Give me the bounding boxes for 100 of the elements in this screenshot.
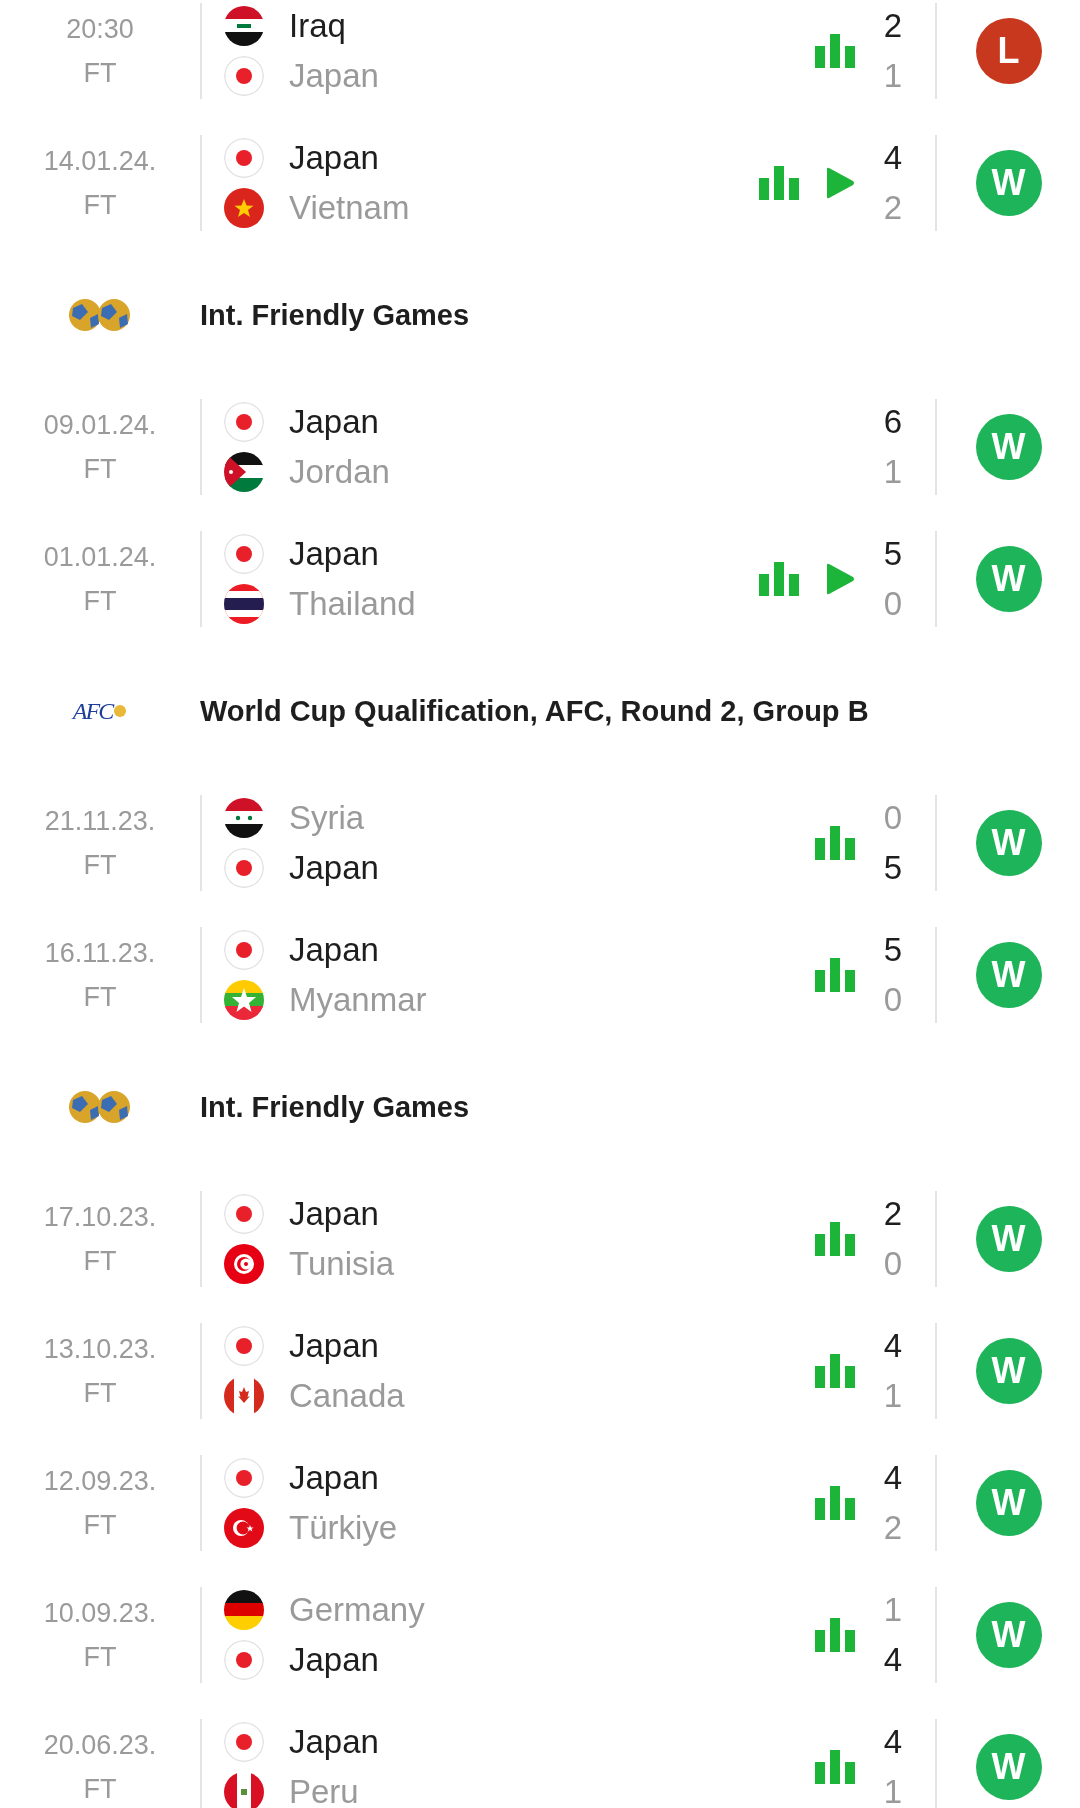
match-status: FT [83, 190, 117, 220]
stats-icon[interactable] [759, 166, 799, 200]
team-name: Myanmar [289, 980, 427, 1020]
match-date: 14.01.24. [43, 146, 157, 176]
team-name: Canada [289, 1376, 405, 1416]
flag-icon [224, 584, 264, 624]
score: 4 [883, 1722, 903, 1762]
score: 4 [883, 1640, 903, 1680]
score: 2 [883, 1508, 903, 1548]
score: 4 [883, 1458, 903, 1498]
flag-icon [224, 1508, 264, 1548]
match-date: 17.10.23. [43, 1202, 157, 1232]
stats-icon[interactable] [815, 1222, 855, 1256]
flag-icon [224, 1326, 264, 1366]
score: 6 [883, 402, 903, 442]
play-icon[interactable] [825, 167, 855, 199]
stats-icon[interactable] [815, 1618, 855, 1652]
team-name: Japan [289, 1458, 379, 1498]
match-date: 13.10.23. [43, 1334, 157, 1364]
score: 4 [883, 138, 903, 178]
football-logo-icon [68, 298, 132, 332]
score: 1 [883, 1590, 903, 1630]
team-name: Japan [289, 848, 379, 888]
result-badge: W [975, 414, 1042, 480]
score: 5 [883, 848, 903, 888]
match-date: 10.09.23. [43, 1598, 157, 1628]
flag-icon [224, 798, 264, 838]
team-name: Tunisia [289, 1244, 395, 1284]
match-status: FT [83, 982, 117, 1012]
result-badge: W [975, 1734, 1042, 1800]
match-date: 16.11.23. [44, 938, 156, 968]
match-status: FT [83, 850, 117, 880]
team-name: Japan [289, 1194, 379, 1234]
stats-icon[interactable] [815, 826, 855, 860]
score: 1 [883, 452, 903, 492]
team-name: Thailand [289, 584, 416, 624]
flag-icon [224, 452, 264, 492]
team-name: Syria [289, 798, 365, 838]
flag-icon [224, 1458, 264, 1498]
competition-title: Int. Friendly Games [200, 1090, 470, 1124]
flag-icon [224, 138, 264, 178]
play-icon[interactable] [825, 563, 855, 595]
stats-icon[interactable] [815, 1354, 855, 1388]
match-date: 12.09.23. [43, 1466, 157, 1496]
score: 4 [883, 1326, 903, 1366]
flag-icon [224, 188, 264, 228]
score: 1 [883, 1376, 903, 1416]
team-name: Jordan [289, 452, 390, 492]
result-badge: L [975, 18, 1042, 84]
team-name: Germany [289, 1590, 425, 1630]
flag-icon [224, 1772, 264, 1808]
team-name: Japan [289, 56, 379, 96]
flag-icon [224, 1244, 264, 1284]
team-name: Iraq [289, 6, 346, 46]
match-status: FT [83, 1378, 117, 1408]
flag-icon [224, 402, 264, 442]
team-name: Japan [289, 138, 379, 178]
flag-icon [224, 1194, 264, 1234]
score: 0 [883, 980, 903, 1020]
match-date: 01.01.24. [43, 542, 157, 572]
result-badge: W [975, 150, 1042, 216]
stats-icon[interactable] [759, 562, 799, 596]
flag-icon [224, 6, 264, 46]
result-badge: W [975, 546, 1042, 612]
score: 0 [883, 584, 903, 624]
flag-icon [224, 56, 264, 96]
match-status: FT [83, 1510, 117, 1540]
team-name: Japan [289, 1722, 379, 1762]
match-status: FT [83, 586, 117, 616]
team-name: Japan [289, 930, 379, 970]
stats-icon[interactable] [815, 34, 855, 68]
team-name: Peru [289, 1772, 359, 1808]
score: 0 [883, 1244, 903, 1284]
score: 2 [883, 188, 903, 228]
competition-title: Int. Friendly Games [200, 298, 470, 332]
match-date: 09.01.24. [43, 410, 157, 440]
match-status: FT [83, 1774, 117, 1804]
stats-icon[interactable] [815, 958, 855, 992]
competition-title: World Cup Qualification, AFC, Round 2, Group B [200, 694, 869, 728]
score: 2 [883, 6, 903, 46]
score: 0 [883, 798, 903, 838]
afc-logo: AFC [72, 697, 128, 725]
football-logo-icon [68, 1090, 132, 1124]
match-status: FT [83, 58, 117, 88]
result-badge: W [975, 942, 1042, 1008]
match-date: 21.11.23. [44, 806, 156, 836]
team-name: Japan [289, 402, 379, 442]
flag-icon [224, 930, 264, 970]
score: 5 [883, 930, 903, 970]
match-date: 20:30 [66, 14, 134, 44]
flag-icon [224, 1640, 264, 1680]
result-badge: W [975, 810, 1042, 876]
stats-icon[interactable] [815, 1750, 855, 1784]
score: 1 [883, 56, 903, 96]
flag-icon [224, 534, 264, 574]
team-name: Japan [289, 534, 379, 574]
team-name: Vietnam [289, 188, 410, 228]
match-status: FT [83, 1246, 117, 1276]
team-name: Japan [289, 1326, 379, 1366]
stats-icon[interactable] [815, 1486, 855, 1520]
